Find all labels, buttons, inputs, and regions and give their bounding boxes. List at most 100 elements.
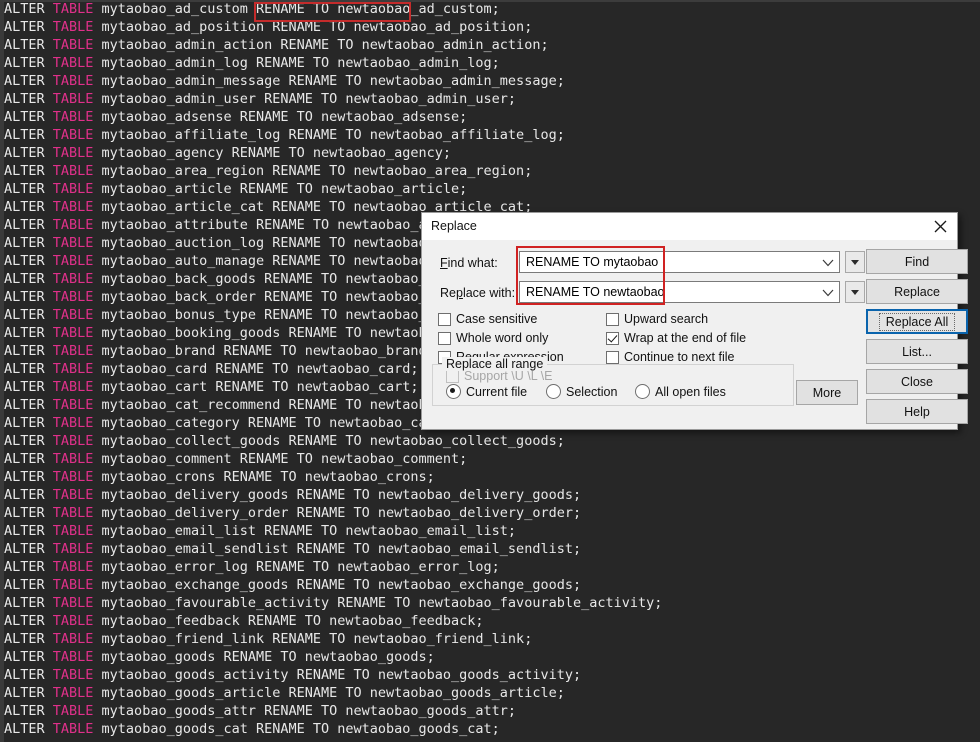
sql-keyword-table: TABLE <box>52 271 94 287</box>
sql-keyword-alter: ALTER <box>4 505 53 521</box>
code-line: ALTER TABLE mytaobao_goods_activity RENA… <box>4 666 980 684</box>
sql-keyword-table: TABLE <box>52 163 94 179</box>
checkbox-wrap-at-end-of-file[interactable]: Wrap at the end of file <box>606 331 746 345</box>
sql-keyword-alter: ALTER <box>4 649 53 665</box>
checkbox-icon <box>606 350 619 364</box>
replace-button[interactable]: Replace <box>866 279 968 304</box>
sql-keyword-alter: ALTER <box>4 163 53 179</box>
sql-keyword-alter: ALTER <box>4 55 53 71</box>
sql-statement-body: mytaobao_comment RENAME TO newtaobao_com… <box>93 451 468 467</box>
checkbox-upward-search[interactable]: Upward search <box>606 312 708 326</box>
sql-keyword-table: TABLE <box>52 379 94 395</box>
sql-keyword-alter: ALTER <box>4 685 53 701</box>
code-line: ALTER TABLE mytaobao_goods_cat RENAME TO… <box>4 720 980 738</box>
sql-keyword-alter: ALTER <box>4 307 53 323</box>
sql-statement-body: mytaobao_card RENAME TO newtaobao_card; <box>93 361 419 377</box>
sql-keyword-table: TABLE <box>52 2 94 17</box>
find-button[interactable]: Find <box>866 249 968 274</box>
sql-keyword-table: TABLE <box>52 397 94 413</box>
sql-statement-body: mytaobao_affiliate_log RENAME TO newtaob… <box>93 127 565 143</box>
sql-keyword-alter: ALTER <box>4 469 53 485</box>
more-button[interactable]: More <box>796 380 858 405</box>
sql-keyword-alter: ALTER <box>4 361 53 377</box>
code-line: ALTER TABLE mytaobao_collect_goods RENAM… <box>4 432 980 450</box>
sql-keyword-alter: ALTER <box>4 217 53 233</box>
sql-keyword-alter: ALTER <box>4 487 53 503</box>
code-line: ALTER TABLE mytaobao_article RENAME TO n… <box>4 180 980 198</box>
replace-dialog: Replace Find what: RENAME TO mytaobao Re… <box>421 212 968 430</box>
chevron-down-icon <box>822 259 834 267</box>
sql-keyword-alter: ALTER <box>4 127 53 143</box>
sql-statement-body: mytaobao_ad_position RENAME TO newtaobao… <box>93 19 533 35</box>
close-icon[interactable] <box>923 213 957 240</box>
sql-statement-body: mytaobao_favourable_activity RENAME TO n… <box>93 595 663 611</box>
sql-statement-body: mytaobao_adsense RENAME TO newtaobao_ads… <box>93 109 468 125</box>
sql-statement-body: mytaobao_area_region RENAME TO newtaobao… <box>93 163 533 179</box>
find-what-combo[interactable]: RENAME TO mytaobao <box>519 251 840 273</box>
replace-all-button[interactable]: Replace All <box>866 309 968 334</box>
sql-keyword-table: TABLE <box>52 307 94 323</box>
sql-statement-body: mytaobao_email_list RENAME TO newtaobao_… <box>93 523 517 539</box>
sql-statement-body: mytaobao_admin_user RENAME TO newtaobao_… <box>93 91 517 107</box>
replace-with-combo[interactable]: RENAME TO newtaobao <box>519 281 840 303</box>
checkbox-case-sensitive[interactable]: Case sensitive <box>438 312 537 326</box>
list-button[interactable]: List... <box>866 339 968 364</box>
radio-current-file[interactable]: Current file <box>446 384 527 399</box>
sql-keyword-alter: ALTER <box>4 19 53 35</box>
sql-statement-body: mytaobao_admin_action RENAME TO newtaoba… <box>93 37 549 53</box>
sql-keyword-table: TABLE <box>52 559 94 575</box>
sql-keyword-alter: ALTER <box>4 541 53 557</box>
sql-keyword-alter: ALTER <box>4 2 53 17</box>
checkbox-icon <box>606 312 619 326</box>
application-window: ALTER TABLE mytaobao_ad_custom RENAME TO… <box>0 0 980 742</box>
sql-keyword-table: TABLE <box>52 703 94 719</box>
radio-selection[interactable]: Selection <box>546 384 617 399</box>
sql-keyword-table: TABLE <box>52 55 94 71</box>
sql-keyword-table: TABLE <box>52 415 94 431</box>
sql-keyword-table: TABLE <box>52 685 94 701</box>
dialog-titlebar[interactable]: Replace <box>422 213 957 240</box>
code-line: ALTER TABLE mytaobao_adsense RENAME TO n… <box>4 108 980 126</box>
sql-keyword-alter: ALTER <box>4 253 53 269</box>
replace-all-range-label: Replace all range <box>442 357 548 371</box>
sql-keyword-alter: ALTER <box>4 181 53 197</box>
radio-all-open-files[interactable]: All open files <box>635 384 726 399</box>
replace-with-dropdown-button[interactable] <box>845 281 865 303</box>
replace-with-value: RENAME TO newtaobao <box>526 285 665 299</box>
sql-statement-body: mytaobao_email_sendlist RENAME TO newtao… <box>93 541 582 557</box>
sql-keyword-table: TABLE <box>52 613 94 629</box>
code-line: ALTER TABLE mytaobao_admin_message RENAM… <box>4 72 980 90</box>
sql-statement-body: mytaobao_ad_custom RENAME TO newtaobao_a… <box>93 2 500 17</box>
sql-keyword-alter: ALTER <box>4 397 53 413</box>
replace-all-button-label: Replace All <box>878 312 956 331</box>
close-button-label: Close <box>901 374 933 389</box>
sql-statement-body: mytaobao_goods_article RENAME TO newtaob… <box>93 685 565 701</box>
sql-keyword-alter: ALTER <box>4 73 53 89</box>
sql-keyword-alter: ALTER <box>4 109 53 125</box>
sql-keyword-table: TABLE <box>52 505 94 521</box>
close-button[interactable]: Close <box>866 369 968 394</box>
dialog-title: Replace <box>431 219 477 233</box>
help-button[interactable]: Help <box>866 399 968 424</box>
checkbox-label: Continue to next file <box>624 350 735 364</box>
sql-keyword-alter: ALTER <box>4 37 53 53</box>
code-line: ALTER TABLE mytaobao_affiliate_log RENAM… <box>4 126 980 144</box>
sql-keyword-table: TABLE <box>52 181 94 197</box>
sql-statement-body: mytaobao_delivery_goods RENAME TO newtao… <box>93 487 582 503</box>
radio-icon <box>546 384 561 399</box>
sql-statement-body: mytaobao_goods_attr RENAME TO newtaobao_… <box>93 703 517 719</box>
sql-statement-body: mytaobao_agency RENAME TO newtaobao_agen… <box>93 145 452 161</box>
checkbox-continue-to-next-file[interactable]: Continue to next file <box>606 350 735 364</box>
code-line: ALTER TABLE mytaobao_comment RENAME TO n… <box>4 450 980 468</box>
find-what-dropdown-button[interactable] <box>845 251 865 273</box>
code-line: ALTER TABLE mytaobao_friend_link RENAME … <box>4 630 980 648</box>
checkbox-label: Whole word only <box>456 331 549 345</box>
code-line: ALTER TABLE mytaobao_email_sendlist RENA… <box>4 540 980 558</box>
code-line: ALTER TABLE mytaobao_admin_user RENAME T… <box>4 90 980 108</box>
code-line: ALTER TABLE mytaobao_area_region RENAME … <box>4 162 980 180</box>
checkbox-icon <box>606 331 619 345</box>
sql-keyword-table: TABLE <box>52 253 94 269</box>
sql-statement-body: mytaobao_goods RENAME TO newtaobao_goods… <box>93 649 435 665</box>
find-button-label: Find <box>904 254 930 269</box>
checkbox-whole-word-only[interactable]: Whole word only <box>438 331 548 345</box>
